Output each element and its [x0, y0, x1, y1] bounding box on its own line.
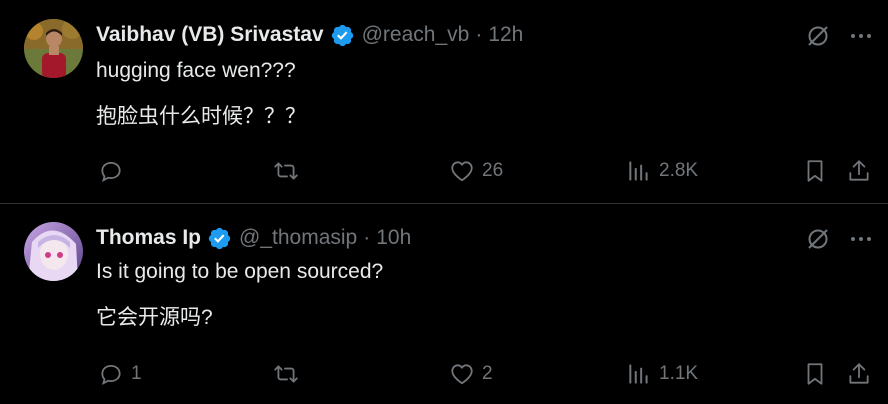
display-name[interactable]: Vaibhav (VB) Srivastav: [96, 23, 324, 47]
retweet-button[interactable]: [273, 158, 306, 184]
bookmark-button[interactable]: [802, 361, 828, 387]
tweet[interactable]: Vaibhav (VB) Srivastav @reach_vb · 12h h…: [0, 0, 888, 203]
views-icon: [626, 158, 652, 184]
timestamp[interactable]: 10h: [376, 226, 411, 250]
tweet-text-line: hugging face wen???: [96, 59, 296, 82]
more-icon[interactable]: [848, 23, 874, 49]
like-count: 2: [482, 363, 493, 384]
share-icon: [846, 158, 872, 184]
reply-button[interactable]: 1: [98, 361, 142, 387]
reply-count: 1: [131, 363, 142, 384]
reply-icon: [98, 361, 124, 387]
reply-icon: [98, 158, 124, 184]
view-count: 1.1K: [659, 363, 699, 384]
bookmark-icon: [802, 361, 828, 387]
tweet-header: Vaibhav (VB) Srivastav @reach_vb · 12h: [96, 20, 523, 50]
more-icon[interactable]: [848, 226, 874, 252]
like-button[interactable]: 2: [449, 361, 493, 387]
tweet-text-line: 它会开源吗?: [96, 306, 213, 329]
retweet-icon: [273, 158, 299, 184]
separator: ·: [475, 23, 483, 46]
bookmark-icon: [802, 158, 828, 184]
tweet-text-line: 抱脸虫什么时候？？？: [96, 105, 306, 128]
display-name[interactable]: Thomas Ip: [96, 226, 201, 250]
views-icon: [626, 361, 652, 387]
bookmark-button[interactable]: [802, 158, 828, 184]
avatar[interactable]: [24, 19, 83, 78]
tweet-text-line: Is it going to be open sourced?: [96, 260, 384, 283]
reply-button[interactable]: [98, 158, 131, 184]
like-icon: [449, 158, 475, 184]
grok-icon[interactable]: [805, 23, 831, 49]
retweet-button[interactable]: [273, 361, 306, 387]
views-button[interactable]: 1.1K: [626, 361, 698, 387]
like-icon: [449, 361, 475, 387]
separator: ·: [363, 226, 371, 249]
grok-icon[interactable]: [805, 226, 831, 252]
share-button[interactable]: [846, 158, 872, 184]
user-handle[interactable]: @_thomasip: [239, 226, 357, 250]
verified-badge-icon: [208, 227, 231, 249]
avatar[interactable]: [24, 222, 83, 281]
like-button[interactable]: 26: [449, 158, 503, 184]
timestamp[interactable]: 12h: [488, 23, 523, 47]
view-count: 2.8K: [659, 160, 699, 181]
tweet-header: Thomas Ip @_thomasip · 10h: [96, 223, 411, 253]
verified-badge-icon: [331, 24, 353, 46]
retweet-icon: [273, 361, 299, 387]
share-icon: [846, 361, 872, 387]
views-button[interactable]: 2.8K: [626, 158, 698, 184]
share-button[interactable]: [846, 361, 872, 387]
user-handle[interactable]: @reach_vb: [362, 23, 470, 47]
like-count: 26: [482, 160, 504, 181]
